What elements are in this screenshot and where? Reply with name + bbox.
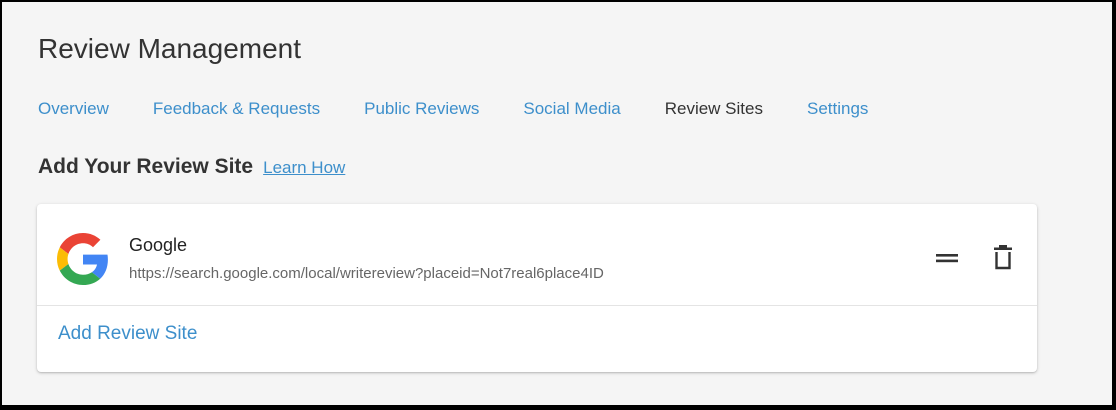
trash-icon[interactable] <box>989 242 1017 272</box>
tab-review-sites[interactable]: Review Sites <box>665 97 763 121</box>
page-title: Review Management <box>38 33 302 64</box>
google-logo-icon <box>57 233 109 285</box>
learn-how-link[interactable]: Learn How <box>263 158 345 178</box>
section-header: Add Your Review Site Learn How <box>38 155 345 185</box>
tab-feedback-requests[interactable]: Feedback & Requests <box>153 97 320 121</box>
tab-social-media[interactable]: Social Media <box>523 97 620 121</box>
section-title: Add Your Review Site <box>38 155 254 178</box>
review-sites-card: Google https://search.google.com/local/w… <box>37 204 1037 372</box>
tab-overview[interactable]: Overview <box>38 97 109 121</box>
review-site-name: Google <box>129 235 188 255</box>
tab-public-reviews[interactable]: Public Reviews <box>364 97 479 121</box>
review-site-url: https://search.google.com/local/writerev… <box>129 265 604 282</box>
review-management-page: Review Management Overview Feedback & Re… <box>2 2 1112 405</box>
add-review-site-button[interactable]: Add Review Site <box>58 323 197 345</box>
tab-bar: Overview Feedback & Requests Public Revi… <box>38 97 868 121</box>
review-site-row: Google https://search.google.com/local/w… <box>37 204 1037 306</box>
tab-settings[interactable]: Settings <box>807 97 868 121</box>
drag-handle-icon[interactable] <box>933 244 961 272</box>
